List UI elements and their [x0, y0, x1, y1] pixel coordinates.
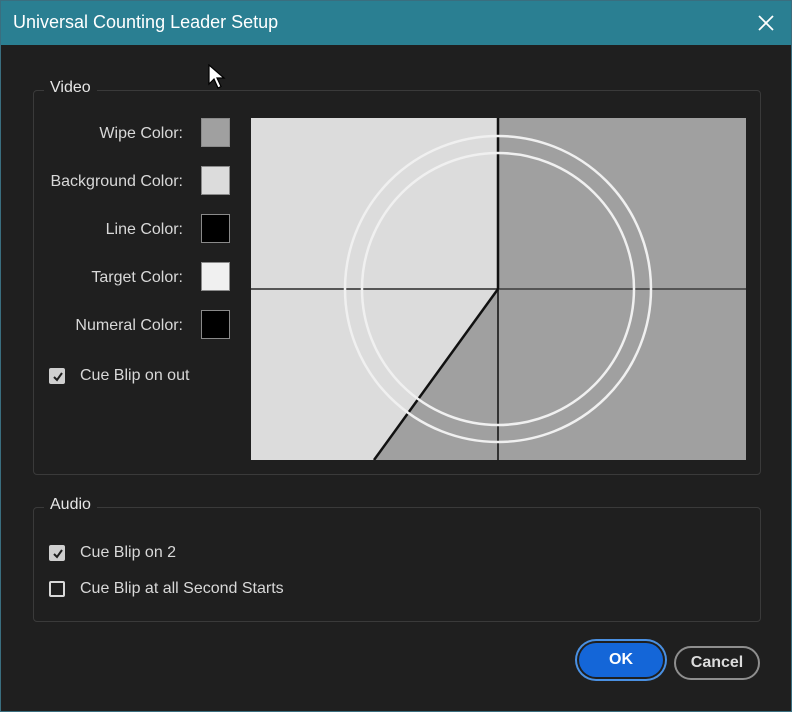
- video-group-legend: Video: [44, 79, 97, 97]
- checkmark-icon[interactable]: [49, 368, 65, 384]
- cancel-button[interactable]: Cancel: [674, 646, 760, 680]
- wipe-color-label: Wipe Color:: [99, 125, 183, 142]
- dialog-title: Universal Counting Leader Setup: [13, 12, 279, 32]
- wipe-color-swatch[interactable]: [201, 118, 230, 147]
- checkmark-icon[interactable]: [49, 545, 65, 561]
- background-color-label: Background Color:: [50, 173, 183, 190]
- checkbox-empty-icon[interactable]: [49, 581, 65, 597]
- target-color-swatch[interactable]: [201, 262, 230, 291]
- dialog-window: Universal Counting Leader Setup Video Wi…: [0, 0, 792, 712]
- numeral-color-label: Numeral Color:: [75, 317, 183, 334]
- line-color-swatch[interactable]: [201, 214, 230, 243]
- line-color-label: Line Color:: [105, 221, 183, 238]
- cue-blip-on-out-label: Cue Blip on out: [80, 367, 190, 384]
- leader-preview: [251, 118, 746, 461]
- audio-group: Audio: [33, 496, 761, 622]
- background-color-swatch[interactable]: [201, 166, 230, 195]
- close-icon[interactable]: [755, 12, 777, 34]
- cue-blip-on-out-checkbox[interactable]: Cue Blip on out: [49, 367, 189, 385]
- title-bar[interactable]: Universal Counting Leader Setup: [1, 1, 791, 45]
- cue-blip-on-2-checkbox[interactable]: Cue Blip on 2: [49, 544, 176, 562]
- ok-button[interactable]: OK: [579, 643, 663, 677]
- target-color-label: Target Color:: [91, 269, 183, 286]
- mouse-pointer-icon: [208, 63, 226, 95]
- cue-blip-all-seconds-checkbox[interactable]: Cue Blip at all Second Starts: [49, 580, 284, 598]
- audio-group-legend: Audio: [44, 496, 97, 514]
- cue-blip-all-seconds-label: Cue Blip at all Second Starts: [80, 580, 284, 597]
- cue-blip-on-2-label: Cue Blip on 2: [80, 544, 177, 561]
- numeral-color-swatch[interactable]: [201, 310, 230, 339]
